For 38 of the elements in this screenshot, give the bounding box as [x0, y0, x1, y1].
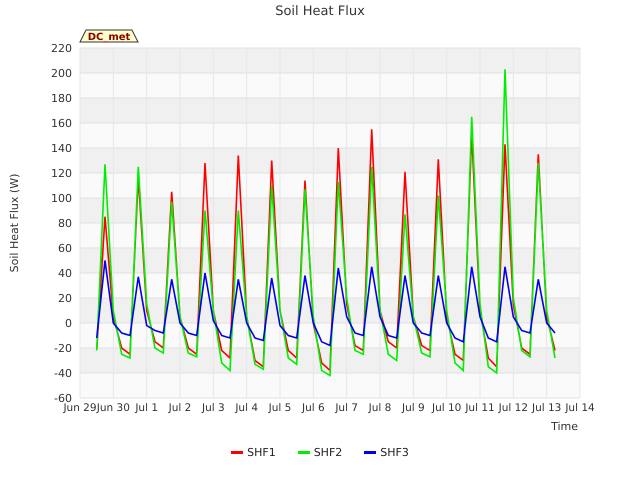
x-tick-label: Jul 4 [235, 402, 258, 414]
x-tick-label: Jul 5 [268, 402, 292, 414]
y-tick-label: 100 [51, 192, 72, 205]
y-tick-label: 200 [51, 67, 72, 80]
y-tick-label: 20 [58, 292, 72, 305]
y-tick-label: -20 [54, 342, 72, 355]
y-tick-label: 160 [51, 117, 72, 130]
y-tick-label: -40 [54, 367, 72, 380]
x-tick-label: Jul 1 [135, 402, 158, 414]
dataset-badge: DC_met [79, 30, 139, 43]
chart-title: Soil Heat Flux [275, 4, 365, 20]
x-tick-label: Jul 6 [302, 402, 325, 414]
y-tick-label: 220 [51, 42, 72, 55]
legend-label: SHF1 [247, 446, 276, 459]
x-tick-label: Jun 30 [96, 402, 130, 414]
y-tick-label: -60 [54, 392, 72, 405]
y-tick-label: 60 [58, 242, 72, 255]
y-tick-label: 140 [51, 142, 72, 155]
x-tick-label: Jul 11 [465, 402, 495, 414]
y-tick-label: 80 [58, 217, 72, 230]
x-tick-label: Jul 9 [402, 402, 425, 414]
x-tick-label: Jul 14 [565, 402, 595, 414]
x-tick-label: Jul 3 [202, 402, 225, 414]
y-tick-label: 40 [58, 267, 72, 280]
y-tick-label: 120 [51, 167, 72, 180]
x-axis-label: Time [551, 420, 578, 433]
y-tick-label: 180 [51, 92, 72, 105]
x-tick-label: Jul 10 [432, 402, 462, 414]
legend-label: SHF3 [380, 446, 409, 459]
x-tick-label: Jul 12 [498, 402, 528, 414]
y-tick-label: 0 [65, 317, 72, 330]
x-tick-label: Jul 2 [168, 402, 192, 414]
legend-label: SHF2 [314, 446, 342, 459]
x-tick-label: Jun 29 [63, 402, 97, 414]
x-tick-label: Jul 7 [335, 402, 358, 414]
x-tick-label: Jul 13 [532, 402, 562, 414]
x-tick-label: Jul 8 [368, 402, 392, 414]
y-axis-label: Soil Heat Flux (W) [8, 174, 21, 272]
